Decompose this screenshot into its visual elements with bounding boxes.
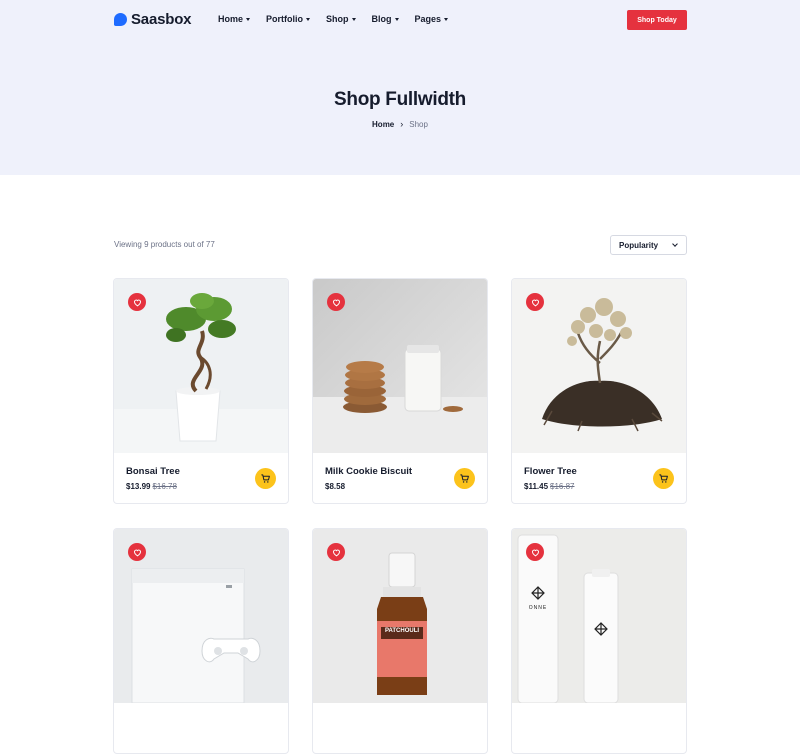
caret-down-icon [246, 17, 251, 21]
product-card[interactable]: PATCHOULI [312, 528, 488, 754]
result-count: Viewing 9 products out of 77 [114, 240, 215, 249]
product-info: Milk Cookie Biscuit $8.58 [325, 466, 412, 491]
product-price: $8.58 [325, 482, 412, 491]
product-card[interactable]: Milk Cookie Biscuit $8.58 [312, 278, 488, 504]
page-title: Shop Fullwidth [334, 89, 466, 110]
logo[interactable]: Saasbox [114, 11, 192, 28]
current-price: $11.45 [524, 482, 549, 491]
nav-item-pages[interactable]: Pages [415, 14, 449, 24]
heart-icon [531, 299, 539, 306]
add-to-cart-button[interactable] [255, 468, 276, 489]
nav-label: Shop [326, 14, 349, 24]
product-card[interactable] [113, 528, 289, 754]
logo-mark-icon [114, 13, 127, 26]
breadcrumb-home-link[interactable]: Home [372, 120, 394, 129]
page-header: Saasbox Home Portfolio Shop Blog Pages S… [0, 0, 800, 175]
caret-down-icon [394, 17, 399, 21]
product-card[interactable]: Flower Tree $11.45 $16.87 [511, 278, 687, 504]
wishlist-button[interactable] [327, 543, 345, 561]
nav-item-shop[interactable]: Shop [326, 14, 356, 24]
product-card[interactable]: ONNE [511, 528, 687, 754]
wishlist-button[interactable] [128, 293, 146, 311]
add-to-cart-button[interactable] [653, 468, 674, 489]
product-info: Flower Tree $11.45 $16.87 [524, 466, 577, 491]
cart-icon [460, 474, 469, 483]
nav-item-home[interactable]: Home [218, 14, 251, 24]
chevron-down-icon [672, 241, 678, 247]
add-to-cart-button[interactable] [454, 468, 475, 489]
old-price: $16.78 [152, 482, 177, 491]
heart-icon [332, 299, 340, 306]
nav-label: Portfolio [266, 14, 304, 24]
product-card[interactable]: Bonsai Tree $13.99 $16.78 [113, 278, 289, 504]
navbar: Saasbox Home Portfolio Shop Blog Pages S… [0, 0, 800, 40]
product-price: $11.45 $16.87 [524, 482, 577, 491]
breadcrumb-separator-icon: › [400, 119, 404, 129]
sort-selected-label: Popularity [619, 240, 659, 250]
breadcrumb: Home › Shop [0, 119, 800, 129]
nav-item-blog[interactable]: Blog [372, 14, 399, 24]
caret-down-icon [444, 17, 449, 21]
heart-icon [531, 549, 539, 556]
brand-name: Saasbox [131, 11, 192, 28]
wishlist-button[interactable] [128, 543, 146, 561]
sort-select[interactable]: Popularity [610, 235, 687, 255]
product-name[interactable]: Bonsai Tree [126, 466, 180, 477]
nav-label: Blog [371, 14, 392, 24]
heart-icon [133, 549, 141, 556]
current-price: $13.99 [126, 482, 151, 491]
product-price: $13.99 $16.78 [126, 482, 180, 491]
bottle-label-text: PATCHOULI [384, 628, 420, 634]
product-name[interactable]: Milk Cookie Biscuit [325, 466, 412, 477]
wishlist-button[interactable] [526, 293, 544, 311]
product-name[interactable]: Flower Tree [524, 466, 577, 477]
bottle-label-text: ONNE [528, 605, 548, 611]
shop-today-button[interactable]: Shop Today [627, 10, 687, 30]
current-price: $8.58 [325, 482, 346, 491]
nav-item-portfolio[interactable]: Portfolio [266, 14, 311, 24]
breadcrumb-current: Shop [409, 119, 428, 129]
cart-icon [659, 474, 668, 483]
caret-down-icon [351, 17, 356, 21]
nav-label: Pages [414, 14, 442, 24]
nav-label: Home [218, 14, 244, 24]
heart-icon [133, 299, 141, 306]
cart-icon [261, 474, 270, 483]
heart-icon [332, 549, 340, 556]
caret-down-icon [306, 17, 311, 21]
wishlist-button[interactable] [327, 293, 345, 311]
product-info: Bonsai Tree $13.99 $16.78 [126, 466, 180, 491]
wishlist-button[interactable] [526, 543, 544, 561]
main-nav: Home Portfolio Shop Blog Pages [218, 14, 464, 24]
old-price: $16.87 [550, 482, 575, 491]
